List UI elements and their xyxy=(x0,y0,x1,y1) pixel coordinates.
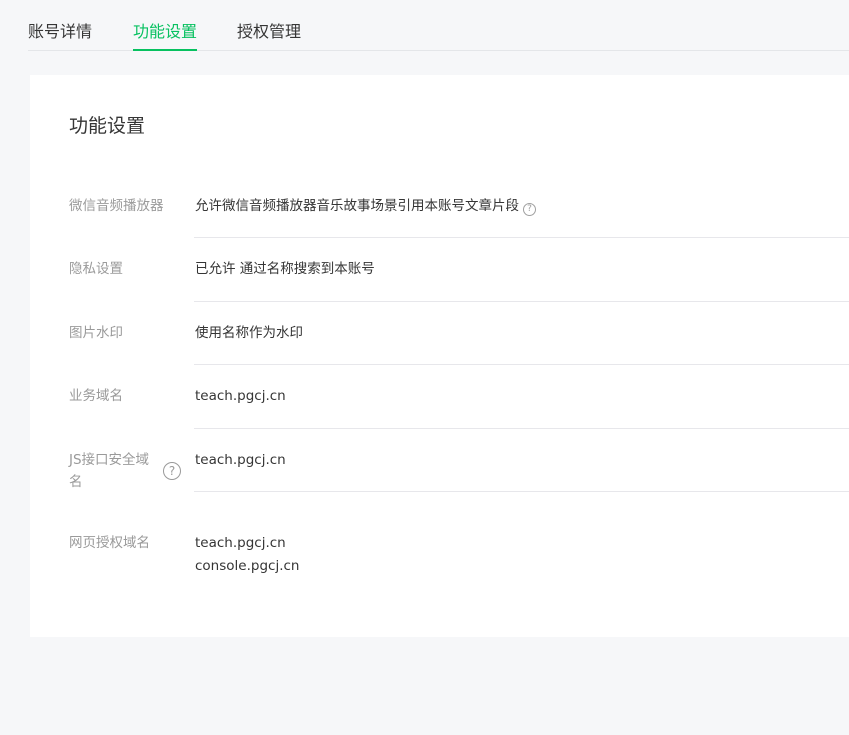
panel-title: 功能设置 xyxy=(69,115,146,137)
domain-item: teach.pgcj.cn xyxy=(195,535,286,551)
domain-item: console.pgcj.cn xyxy=(195,558,300,574)
setting-value: teach.pgcj.cn xyxy=(195,452,286,468)
row-divider xyxy=(194,364,849,365)
tab-bar: 账号详情 功能设置 授权管理 xyxy=(28,0,849,51)
row-divider xyxy=(194,301,849,302)
setting-label: 图片水印 xyxy=(69,325,123,341)
setting-label: 微信音频播放器 xyxy=(69,198,164,214)
setting-label: 业务域名 xyxy=(69,388,123,404)
setting-label: 隐私设置 xyxy=(69,261,123,277)
feature-settings-panel: 功能设置 微信音频播放器 允许微信音频播放器音乐故事场景引用本账号文章片段? 隐… xyxy=(30,75,849,637)
setting-value: 允许微信音频播放器音乐故事场景引用本账号文章片段? xyxy=(195,195,536,218)
row-divider xyxy=(194,237,849,238)
row-divider xyxy=(194,491,849,492)
setting-value: teach.pgcj.cn xyxy=(195,388,286,404)
tab-feature-settings[interactable]: 功能设置 xyxy=(133,20,198,51)
tab-account-details[interactable]: 账号详情 xyxy=(28,20,92,51)
tab-authorization-management[interactable]: 授权管理 xyxy=(237,20,301,51)
setting-value: 使用名称作为水印 xyxy=(195,325,303,341)
setting-value: 已允许 通过名称搜索到本账号 xyxy=(195,261,375,277)
setting-value-text: 允许微信音频播放器音乐故事场景引用本账号文章片段 xyxy=(195,198,519,214)
question-icon[interactable]: ? xyxy=(523,203,536,216)
question-icon[interactable]: ? xyxy=(163,462,181,480)
setting-label: JS接口安全域名 xyxy=(69,452,150,490)
row-divider xyxy=(194,428,849,429)
setting-label: 网页授权域名 xyxy=(69,535,150,551)
setting-value: teach.pgcj.cn console.pgcj.cn xyxy=(195,532,299,578)
